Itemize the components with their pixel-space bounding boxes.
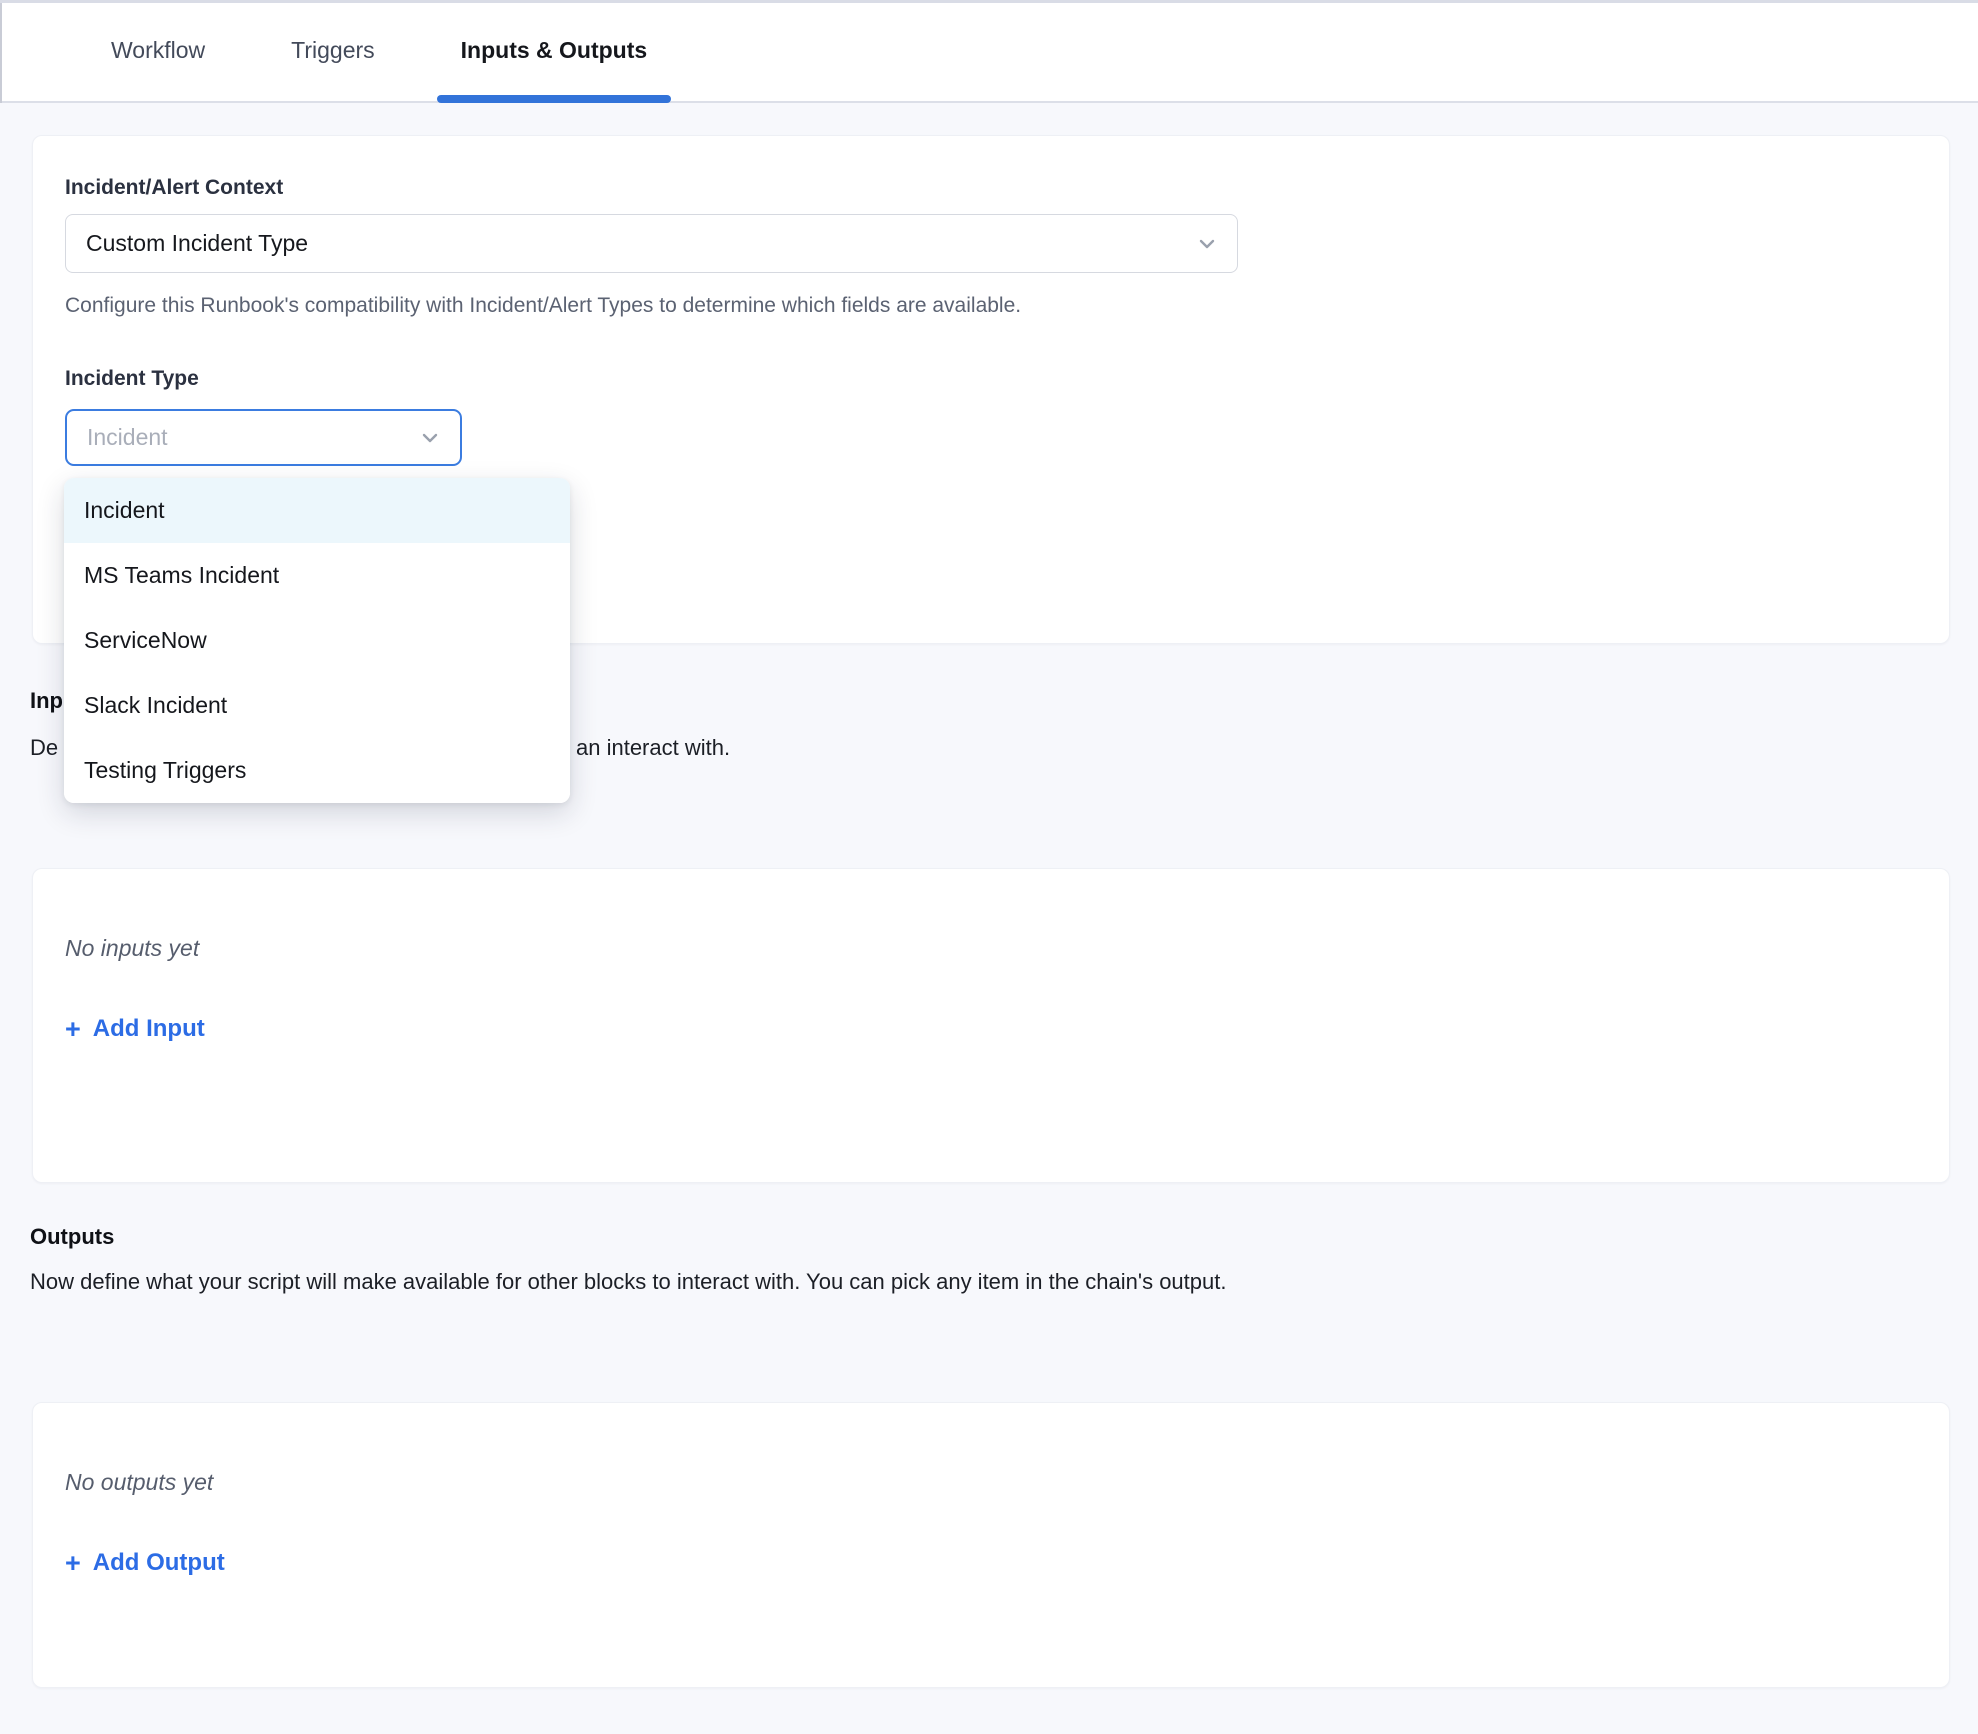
dropdown-option-slack-incident[interactable]: Slack Incident bbox=[64, 673, 570, 738]
window-top-border bbox=[0, 0, 1978, 3]
plus-icon: + bbox=[65, 1551, 81, 1575]
inputs-card: No inputs yet + Add Input bbox=[32, 868, 1950, 1183]
outputs-card: No outputs yet + Add Output bbox=[32, 1402, 1950, 1688]
chevron-down-icon bbox=[1195, 232, 1219, 256]
context-label: Incident/Alert Context bbox=[65, 174, 1917, 202]
outputs-section-description: Now define what your script will make av… bbox=[30, 1267, 1226, 1297]
add-output-label: Add Output bbox=[93, 1549, 225, 1577]
context-select-value: Custom Incident Type bbox=[86, 230, 308, 257]
window-left-edge bbox=[0, 3, 2, 103]
dropdown-option-servicenow[interactable]: ServiceNow bbox=[64, 608, 570, 673]
add-input-label: Add Input bbox=[93, 1015, 205, 1043]
tab-bar: Workflow Triggers Inputs & Outputs bbox=[0, 0, 1978, 103]
incident-type-dropdown-menu: Incident MS Teams Incident ServiceNow Sl… bbox=[64, 478, 570, 803]
inputs-section-description-right: an interact with. bbox=[576, 733, 730, 763]
incident-type-select[interactable]: Incident bbox=[65, 409, 462, 466]
inputs-section-description-left: De bbox=[30, 733, 58, 763]
inputs-section-heading: Inp bbox=[30, 686, 63, 716]
chevron-down-icon bbox=[418, 426, 442, 450]
incident-type-placeholder: Incident bbox=[87, 424, 168, 451]
context-help-text: Configure this Runbook's compatibility w… bbox=[65, 292, 1917, 320]
context-select[interactable]: Custom Incident Type bbox=[65, 214, 1238, 273]
add-input-button[interactable]: + Add Input bbox=[65, 1015, 205, 1043]
plus-icon: + bbox=[65, 1017, 81, 1041]
no-inputs-text: No inputs yet bbox=[65, 933, 1917, 963]
no-outputs-text: No outputs yet bbox=[65, 1467, 1917, 1497]
incident-type-label: Incident Type bbox=[65, 365, 1917, 393]
tab-triggers[interactable]: Triggers bbox=[267, 0, 399, 101]
tab-workflow[interactable]: Workflow bbox=[87, 0, 229, 101]
tab-inputs-outputs[interactable]: Inputs & Outputs bbox=[437, 0, 672, 101]
outputs-section-heading: Outputs bbox=[30, 1222, 114, 1252]
dropdown-option-testing-triggers[interactable]: Testing Triggers bbox=[64, 738, 570, 803]
dropdown-option-incident[interactable]: Incident bbox=[64, 478, 570, 543]
dropdown-option-ms-teams-incident[interactable]: MS Teams Incident bbox=[64, 543, 570, 608]
add-output-button[interactable]: + Add Output bbox=[65, 1549, 225, 1577]
